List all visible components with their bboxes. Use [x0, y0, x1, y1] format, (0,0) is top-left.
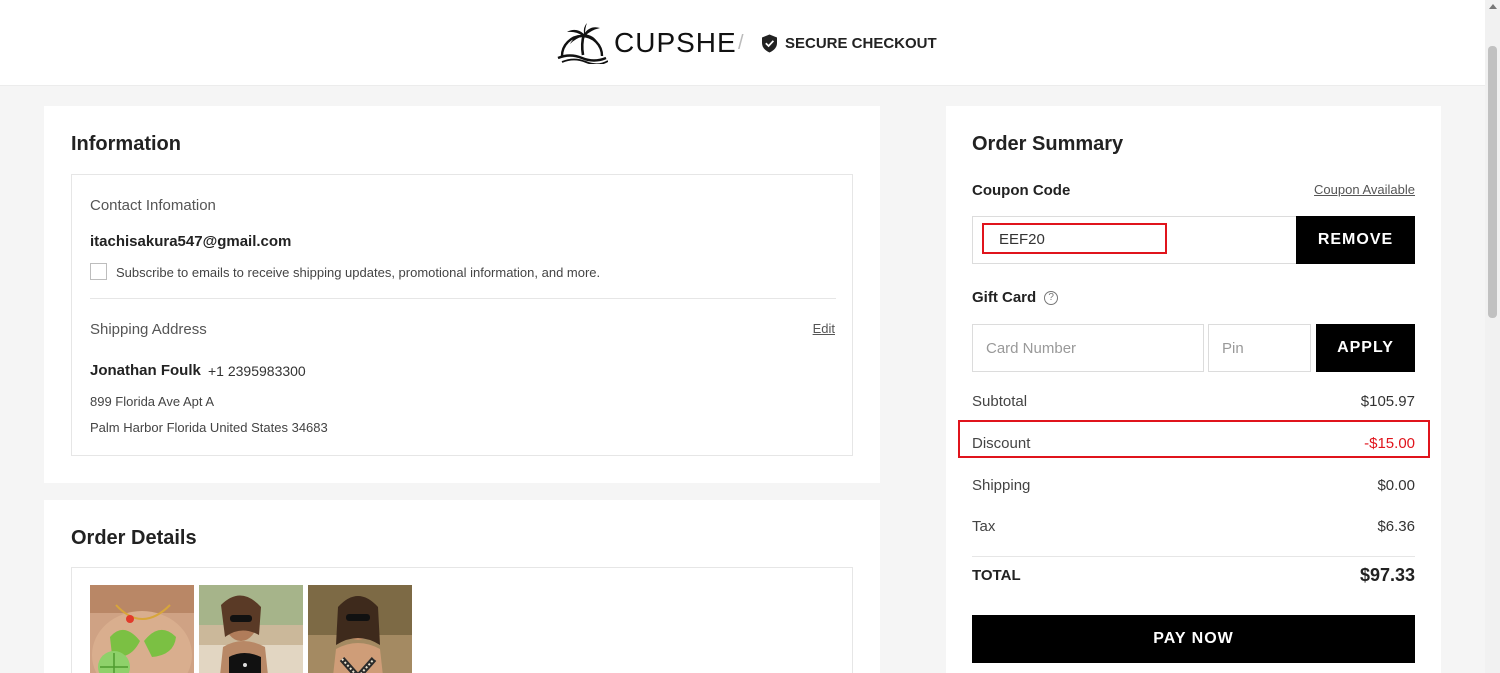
information-box: Contact Infomation itachisakura547@gmail… — [71, 174, 853, 456]
cupshe-logo[interactable]: CUPSHE — [556, 22, 737, 64]
coupon-available-link[interactable]: Coupon Available — [1314, 182, 1415, 197]
gift-card-pin-input[interactable] — [1208, 324, 1311, 372]
order-details-card: Order Details — [44, 500, 880, 673]
section-divider — [90, 298, 836, 299]
product-thumbnail-2[interactable] — [199, 585, 303, 673]
product-thumbnail-1[interactable] — [90, 585, 194, 673]
order-details-title: Order Details — [71, 527, 197, 549]
checkout-header: CUPSHE / SECURE CHECKOUT — [0, 0, 1485, 86]
secure-checkout-label: SECURE CHECKOUT — [761, 34, 937, 53]
header-separator: / — [738, 32, 744, 54]
address-line-2: Palm Harbor Florida United States 34683 — [90, 420, 328, 435]
address-line-1: 899 Florida Ave Apt A — [90, 394, 215, 409]
tax-value: $6.36 — [1377, 518, 1415, 535]
scroll-up-arrow-icon[interactable] — [1489, 4, 1497, 9]
palm-tree-logo-icon — [557, 23, 608, 64]
subtotal-value: $105.97 — [1360, 393, 1415, 410]
product-thumbnail-3[interactable] — [308, 585, 412, 673]
gift-card-label: Gift Card — [972, 289, 1037, 306]
contact-information-label: Contact Infomation — [90, 197, 216, 214]
coupon-code-label: Coupon Code — [972, 182, 1071, 199]
gift-card-label-row: Gift Card ? — [972, 289, 1059, 306]
help-circle-icon[interactable]: ? — [1044, 290, 1059, 305]
tax-label: Tax — [972, 518, 996, 535]
scrollbar-thumb[interactable] — [1488, 46, 1497, 318]
subscribe-text: Subscribe to emails to receive shipping … — [116, 265, 601, 280]
subtotal-label: Subtotal — [972, 393, 1028, 410]
contact-email: itachisakura547@gmail.com — [90, 233, 292, 250]
card-number-input[interactable] — [972, 324, 1204, 372]
product-image-3 — [308, 585, 412, 673]
recipient-name: Jonathan Foulk — [90, 362, 201, 379]
order-summary-title: Order Summary — [972, 133, 1124, 155]
pay-now-button[interactable]: PAY NOW — [972, 615, 1415, 663]
order-summary-card: Order Summary Coupon Code Coupon Availab… — [946, 106, 1441, 673]
total-label: TOTAL — [972, 567, 1021, 584]
product-image-2 — [199, 585, 303, 673]
remove-coupon-button[interactable]: REMOVE — [1296, 216, 1415, 264]
secure-checkout-text: SECURE CHECKOUT — [785, 35, 937, 52]
shipping-value: $0.00 — [1377, 477, 1415, 494]
recipient-phone: +1 2395983300 — [208, 363, 306, 379]
brand-name: CUPSHE — [614, 27, 737, 58]
shipping-address-label: Shipping Address — [90, 321, 207, 338]
product-image-1 — [90, 585, 194, 673]
edit-shipping-link[interactable]: Edit — [813, 321, 835, 336]
page-scrollbar[interactable] — [1485, 0, 1500, 673]
apply-gift-card-button[interactable]: APPLY — [1316, 324, 1415, 372]
discount-value: -$15.00 — [1364, 435, 1415, 452]
total-value: $97.33 — [1359, 565, 1415, 585]
shipping-label: Shipping — [972, 477, 1031, 494]
shield-check-icon — [762, 34, 777, 53]
order-items-box — [71, 567, 853, 673]
total-divider — [972, 556, 1415, 557]
information-card: Information Contact Infomation itachisak… — [44, 106, 880, 483]
information-title: Information — [71, 133, 181, 155]
discount-label: Discount — [972, 435, 1031, 452]
coupon-highlight-box — [982, 223, 1167, 254]
subscribe-checkbox[interactable] — [90, 263, 107, 280]
